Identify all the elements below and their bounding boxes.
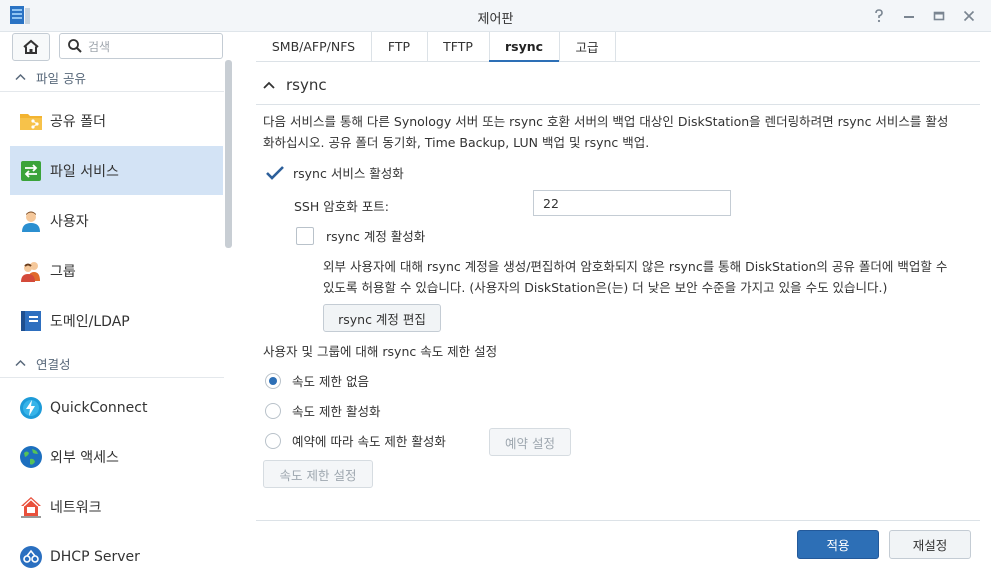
quickconnect-icon	[18, 395, 44, 421]
sidebar-item-label: 도메인/LDAP	[50, 313, 130, 330]
sidebar-item-file-services[interactable]: 파일 서비스	[10, 146, 223, 195]
sidebar-item-external-access[interactable]: 외부 액세스	[10, 432, 223, 481]
tab-label: FTP	[387, 39, 411, 54]
tab-ftp[interactable]: FTP	[371, 32, 428, 61]
chevron-up-icon	[15, 73, 26, 81]
section-connectivity[interactable]: 연결성	[0, 349, 224, 378]
description-line: 외부 사용자에 대해 rsync 계정을 생성/편집하여 암호화되지 않은 rs…	[323, 259, 948, 274]
window-title: 제어판	[477, 12, 514, 27]
checkbox-box	[296, 226, 314, 245]
file-services-icon	[18, 158, 44, 184]
close-icon[interactable]	[959, 6, 979, 26]
sidebar-item-label: 네트워크	[50, 499, 102, 516]
section-file-sharing[interactable]: 파일 공유	[0, 63, 224, 92]
help-icon[interactable]	[869, 6, 889, 26]
search-box	[59, 33, 223, 59]
radio-enable-speed-limit[interactable]: 속도 제한 활성화	[265, 401, 380, 420]
radio-label: 속도 제한 없음	[292, 374, 369, 389]
title-bar: 제어판	[0, 0, 991, 32]
enable-rsync-checkbox[interactable]: rsync 서비스 활성화	[265, 163, 404, 182]
tab-advanced[interactable]: 고급	[559, 32, 616, 61]
sidebar-item-label: DHCP Server	[50, 548, 140, 565]
network-icon	[18, 494, 44, 520]
sidebar-item-label: 외부 액세스	[50, 449, 119, 466]
external-access-icon	[18, 444, 44, 470]
dhcp-server-icon	[18, 544, 44, 570]
search-icon	[67, 38, 83, 57]
sidebar-item-network[interactable]: 네트워크	[10, 482, 223, 531]
sidebar-item-user[interactable]: 사용자	[10, 196, 223, 245]
shared-folder-icon	[18, 108, 44, 134]
rsync-account-description: 외부 사용자에 대해 rsync 계정을 생성/편집하여 암호화되지 않은 rs…	[323, 256, 978, 298]
tab-label: rsync	[504, 39, 544, 54]
description-line: 다음 서비스를 통해 다른 Synology 서버 또는 rsync 호환 서버…	[263, 114, 949, 129]
window-controls	[869, 6, 979, 26]
speed-limit-heading: 사용자 및 그룹에 대해 rsync 속도 제한 설정	[263, 344, 498, 359]
chevron-up-icon	[15, 359, 26, 367]
checkbox-label: rsync 서비스 활성화	[293, 166, 404, 181]
tab-bar: SMB/AFP/NFS FTP TFTP rsync 고급	[256, 32, 980, 62]
sidebar-item-domain-ldap[interactable]: 도메인/LDAP	[10, 296, 223, 345]
tab-smb-afp-nfs[interactable]: SMB/AFP/NFS	[256, 32, 372, 61]
radio-no-speed-limit[interactable]: 속도 제한 없음	[265, 371, 369, 390]
section-divider	[256, 104, 980, 105]
domain-ldap-icon	[18, 308, 44, 334]
tab-rsync[interactable]: rsync	[489, 32, 560, 62]
sidebar-item-group[interactable]: 그룹	[10, 246, 223, 295]
sidebar-item-quickconnect[interactable]: QuickConnect	[10, 383, 223, 432]
sidebar-item-label: QuickConnect	[50, 399, 148, 416]
apply-button[interactable]: 적용	[797, 530, 879, 559]
checkmark-icon	[265, 164, 285, 182]
home-button[interactable]	[12, 33, 50, 61]
reset-button[interactable]: 재설정	[889, 530, 971, 559]
section-title: rsync	[286, 76, 327, 94]
tab-label: SMB/AFP/NFS	[271, 39, 356, 54]
footer-divider	[256, 520, 980, 521]
minimize-icon[interactable]	[899, 6, 919, 26]
sidebar-item-shared-folder[interactable]: 공유 폴더	[10, 96, 223, 145]
radio-label: 예약에 따라 속도 제한 활성화	[292, 434, 446, 449]
radio-button	[265, 372, 281, 389]
radio-button	[265, 402, 281, 419]
sidebar-item-label: 사용자	[50, 213, 89, 230]
schedule-settings-button[interactable]: 예약 설정	[489, 428, 571, 456]
ssh-port-input[interactable]	[533, 190, 731, 216]
sidebar-item-label: 파일 서비스	[50, 163, 119, 180]
sidebar-item-dhcp-server[interactable]: DHCP Server	[10, 532, 223, 581]
description-line: 있도록 허용할 수 있습니다. (사용자의 DiskStation은(는) 더 …	[323, 280, 888, 295]
home-icon	[23, 39, 39, 54]
rsync-description: 다음 서비스를 통해 다른 Synology 서버 또는 rsync 호환 서버…	[263, 111, 975, 153]
search-input[interactable]	[86, 37, 220, 57]
user-icon	[18, 208, 44, 234]
tab-label: TFTP	[443, 39, 473, 54]
radio-label: 속도 제한 활성화	[292, 404, 381, 419]
edit-rsync-account-button[interactable]: rsync 계정 편집	[323, 304, 441, 332]
maximize-icon[interactable]	[929, 6, 949, 26]
enable-rsync-account-checkbox[interactable]: rsync 계정 활성화	[296, 226, 425, 245]
group-icon	[18, 258, 44, 284]
checkbox-label: rsync 계정 활성화	[326, 229, 426, 244]
ssh-port-label: SSH 암호화 포트:	[294, 199, 389, 214]
sidebar-item-label: 공유 폴더	[50, 113, 106, 130]
tab-tftp[interactable]: TFTP	[427, 32, 490, 61]
section-label: 연결성	[36, 356, 71, 372]
rsync-section-header[interactable]: rsync	[263, 76, 327, 94]
radio-button	[265, 432, 281, 449]
speed-limit-settings-button[interactable]: 속도 제한 설정	[263, 460, 373, 488]
sidebar-item-label: 그룹	[50, 263, 76, 280]
section-label: 파일 공유	[36, 70, 86, 86]
chevron-up-icon	[263, 81, 275, 89]
tab-label: 고급	[575, 40, 599, 55]
radio-scheduled-speed-limit[interactable]: 예약에 따라 속도 제한 활성화	[265, 431, 446, 450]
description-line: 화하십시오. 공유 폴더 동기화, Time Backup, LUN 백업 및 …	[263, 135, 650, 150]
sidebar-scrollbar[interactable]	[225, 60, 232, 248]
